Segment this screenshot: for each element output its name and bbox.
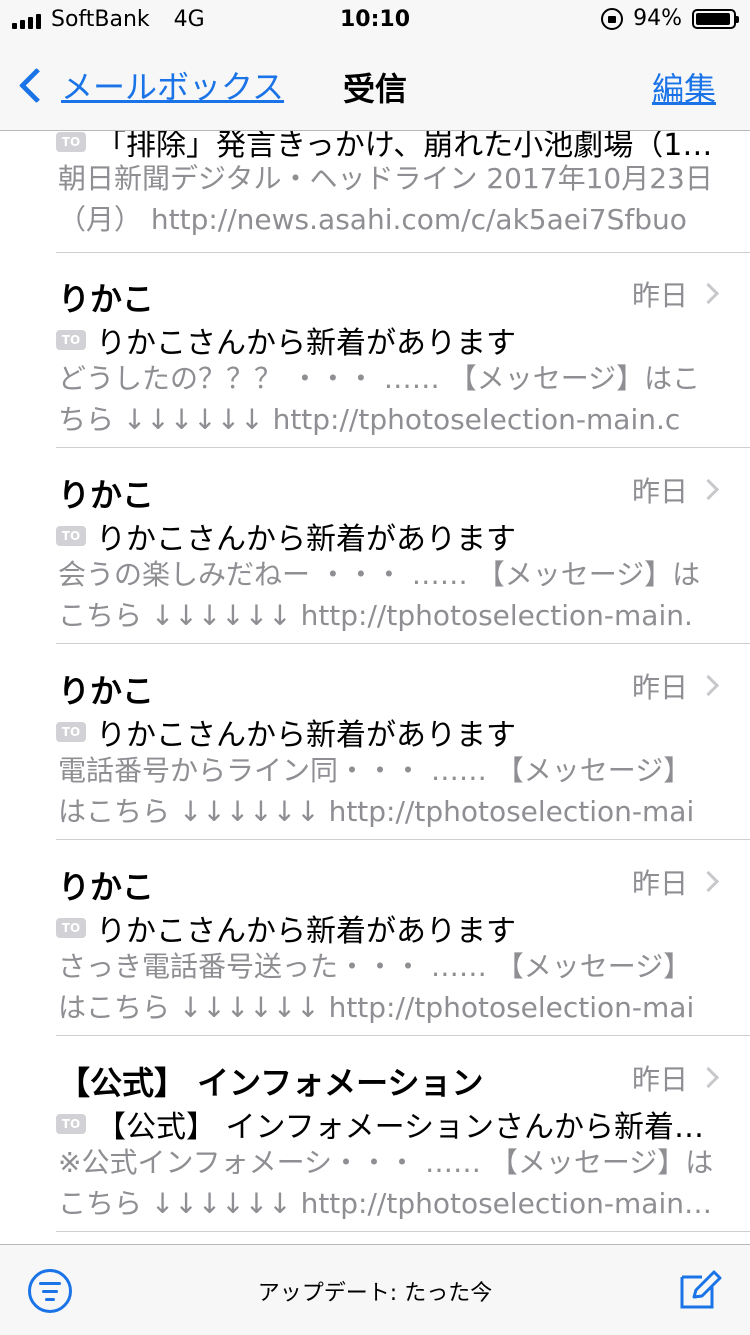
chevron-right-icon	[697, 478, 720, 501]
status-right: 94%	[601, 6, 739, 31]
message-subject: りかこさんから新着があります	[96, 914, 516, 949]
chevron-right-icon	[697, 870, 720, 893]
update-status: アップデート: たった今	[257, 1281, 493, 1306]
chevron-right-icon	[697, 1066, 720, 1089]
message-subject: 【公式】 インフォメーションさんから新着が…	[96, 1110, 716, 1145]
message-preview: 電話番号からライン同・・・ …… 【メッセージ】はこちら ↓↓↓↓↓↓ http…	[58, 754, 695, 828]
battery-icon	[692, 8, 739, 29]
compose-icon[interactable]	[678, 1267, 722, 1311]
top-bar: SoftBank 4G 10:10 94% メールボックス 受信 編集	[0, 0, 750, 131]
battery-level	[696, 12, 730, 25]
message-date: 昨日	[631, 475, 688, 508]
list-item-partial[interactable]: TO 「排除」発言きっかけ、崩れた小池劇場（10月… 朝日新聞デジタル・ヘッドラ…	[56, 114, 750, 253]
message-sender: りかこ	[58, 476, 155, 514]
to-badge: TO	[56, 132, 86, 152]
battery-percent: 94%	[633, 6, 682, 31]
message-preview: ※公式インフォメーシ・・・ …… 【メッセージ】はこちら ↓↓↓↓↓↓ http…	[58, 1146, 714, 1220]
to-badge: TO	[56, 1114, 86, 1134]
message-subject: りかこさんから新着があります	[96, 522, 516, 557]
message-date: 昨日	[631, 671, 688, 704]
list-item[interactable]: りかこ 昨日 TO りかこさんから新着があります 会うの楽しみだねー ・・・ ……	[56, 448, 750, 644]
status-bar: SoftBank 4G 10:10 94%	[0, 0, 750, 40]
chevron-right-icon	[697, 282, 720, 305]
message-list: TO 「排除」発言きっかけ、崩れた小池劇場（10月… 朝日新聞デジタル・ヘッドラ…	[0, 114, 750, 1244]
bottom-toolbar: アップデート: たった今	[0, 1244, 750, 1335]
page-title: 受信	[342, 70, 407, 108]
message-sender: りかこ	[58, 868, 155, 906]
edit-button[interactable]: 編集	[652, 64, 716, 110]
message-sender: りかこ	[58, 672, 155, 710]
subject-row: TO りかこさんから新着があります	[56, 710, 716, 754]
message-preview: さっき電話番号送った・・・ …… 【メッセージ】はこちら ↓↓↓↓↓↓ http…	[58, 950, 695, 1024]
subject-row: TO りかこさんから新着があります	[56, 906, 716, 950]
message-date: 昨日	[631, 867, 688, 900]
navigation-bar: メールボックス 受信 編集	[0, 40, 750, 128]
to-badge: TO	[56, 722, 86, 742]
to-badge: TO	[56, 918, 86, 938]
message-subject: りかこさんから新着があります	[96, 326, 516, 361]
chevron-right-icon	[697, 674, 720, 697]
list-item[interactable]: りかこ 昨日 TO りかこさんから新着があります さっき電話番号送った・・・ ……	[56, 840, 750, 1036]
orientation-lock-icon	[601, 7, 624, 30]
list-item[interactable]: りかこ 昨日 TO りかこさんから新着があります 電話番号からライン同・・・ ……	[56, 644, 750, 840]
message-sender: 【公式】 インフォメーション	[58, 1064, 484, 1102]
list-item[interactable]: 【公式】 インフォメーション 昨日 TO 【公式】 インフォメーションさんから新…	[56, 1036, 750, 1232]
to-badge: TO	[56, 526, 86, 546]
message-sender: りかこ	[58, 280, 155, 318]
subject-row: TO りかこさんから新着があります	[56, 318, 716, 362]
message-subject: りかこさんから新着があります	[96, 718, 516, 753]
subject-row: TO 【公式】 インフォメーションさんから新着が…	[56, 1102, 716, 1146]
message-preview: 朝日新聞デジタル・ヘッドライン 2017年10月23日（月） http://ne…	[58, 162, 713, 236]
to-badge: TO	[56, 330, 86, 350]
message-date: 昨日	[631, 279, 688, 312]
list-item[interactable]: りかこ 昨日 TO りかこさんから新着があります どうしたの？？？ ・・・ ………	[56, 252, 750, 448]
message-date: 昨日	[631, 1063, 688, 1096]
subject-row: TO りかこさんから新着があります	[56, 514, 716, 558]
message-preview: どうしたの？？？ ・・・ …… 【メッセージ】はこちら ↓↓↓↓↓↓ http:…	[58, 362, 701, 436]
message-preview: 会うの楽しみだねー ・・・ …… 【メッセージ】はこちら ↓↓↓↓↓↓ http…	[58, 558, 701, 632]
